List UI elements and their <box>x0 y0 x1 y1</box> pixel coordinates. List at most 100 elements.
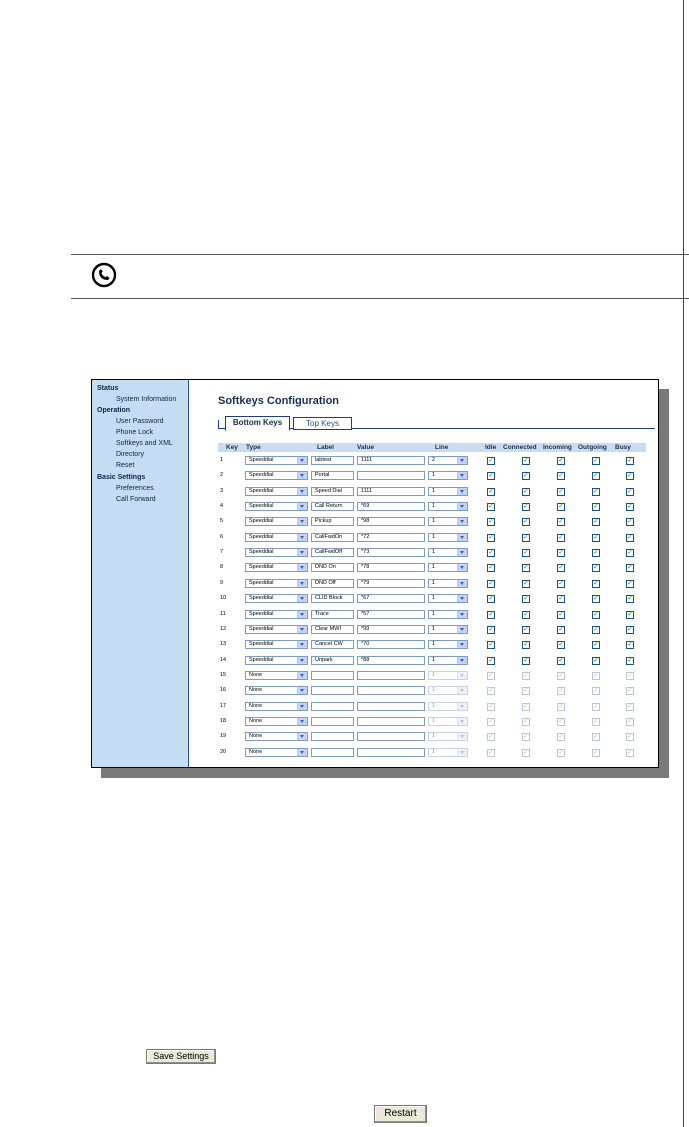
value-input[interactable]: *98 <box>357 517 425 526</box>
connected-checkbox[interactable]: ✓ <box>522 672 530 680</box>
chevron-down-icon[interactable] <box>297 611 307 618</box>
sidebar-item-reset[interactable]: Reset <box>116 462 134 470</box>
busy-checkbox[interactable]: ✓ <box>626 626 634 634</box>
busy-checkbox[interactable]: ✓ <box>626 733 634 741</box>
chevron-down-icon[interactable] <box>297 595 307 602</box>
chevron-down-icon[interactable] <box>457 718 467 725</box>
connected-checkbox[interactable]: ✓ <box>522 488 530 496</box>
sidebar-heading-operation[interactable]: Operation <box>97 407 130 415</box>
type-select[interactable]: Speeddial <box>245 533 308 542</box>
incoming-checkbox[interactable]: ✓ <box>557 503 565 511</box>
label-input[interactable]: Cancel CW <box>311 640 354 649</box>
busy-checkbox[interactable]: ✓ <box>626 718 634 726</box>
idle-checkbox[interactable]: ✓ <box>487 518 495 526</box>
label-input[interactable]: Trace <box>311 610 354 619</box>
sidebar-item-preferences[interactable]: Preferences <box>116 485 154 493</box>
label-input[interactable]: Speed Dial <box>311 487 354 496</box>
label-input[interactable] <box>311 686 354 695</box>
chevron-down-icon[interactable] <box>297 687 307 694</box>
busy-checkbox[interactable]: ✓ <box>626 518 634 526</box>
outgoing-checkbox[interactable]: ✓ <box>592 518 600 526</box>
chevron-down-icon[interactable] <box>297 703 307 710</box>
line-select[interactable]: 1 <box>428 517 468 526</box>
chevron-down-icon[interactable] <box>297 564 307 571</box>
connected-checkbox[interactable]: ✓ <box>522 457 530 465</box>
connected-checkbox[interactable]: ✓ <box>522 549 530 557</box>
label-input[interactable]: Unpark <box>311 656 354 665</box>
outgoing-checkbox[interactable]: ✓ <box>592 472 600 480</box>
idle-checkbox[interactable]: ✓ <box>487 549 495 557</box>
outgoing-checkbox[interactable]: ✓ <box>592 626 600 634</box>
outgoing-checkbox[interactable]: ✓ <box>592 580 600 588</box>
label-input[interactable] <box>311 717 354 726</box>
line-select[interactable]: 1 <box>428 610 468 619</box>
label-input[interactable]: labtest <box>311 456 354 465</box>
label-input[interactable]: Pickup <box>311 517 354 526</box>
chevron-down-icon[interactable] <box>457 657 467 664</box>
incoming-checkbox[interactable]: ✓ <box>557 749 565 757</box>
busy-checkbox[interactable]: ✓ <box>626 534 634 542</box>
chevron-down-icon[interactable] <box>457 641 467 648</box>
chevron-down-icon[interactable] <box>297 457 307 464</box>
label-input[interactable]: DND On <box>311 563 354 572</box>
busy-checkbox[interactable]: ✓ <box>626 595 634 603</box>
value-input[interactable]: *88 <box>357 656 425 665</box>
idle-checkbox[interactable]: ✓ <box>487 703 495 711</box>
connected-checkbox[interactable]: ✓ <box>522 564 530 572</box>
value-input[interactable]: *69 <box>357 502 425 511</box>
idle-checkbox[interactable]: ✓ <box>487 580 495 588</box>
busy-checkbox[interactable]: ✓ <box>626 580 634 588</box>
chevron-down-icon[interactable] <box>457 580 467 587</box>
label-input[interactable]: CallFwdOn <box>311 533 354 542</box>
incoming-checkbox[interactable]: ✓ <box>557 580 565 588</box>
type-select[interactable]: None <box>245 748 308 757</box>
line-select[interactable]: 2 <box>428 456 468 465</box>
outgoing-checkbox[interactable]: ✓ <box>592 657 600 665</box>
value-input[interactable] <box>357 748 425 757</box>
value-input[interactable]: *70 <box>357 640 425 649</box>
sidebar-item-call-forward[interactable]: Call Forward <box>116 496 156 504</box>
line-select[interactable]: 1 <box>428 686 468 695</box>
line-select[interactable]: 1 <box>428 717 468 726</box>
value-input[interactable] <box>357 732 425 741</box>
incoming-checkbox[interactable]: ✓ <box>557 703 565 711</box>
chevron-down-icon[interactable] <box>457 534 467 541</box>
incoming-checkbox[interactable]: ✓ <box>557 626 565 634</box>
type-select[interactable]: Speeddial <box>245 594 308 603</box>
value-input[interactable]: *67 <box>357 594 425 603</box>
busy-checkbox[interactable]: ✓ <box>626 657 634 665</box>
connected-checkbox[interactable]: ✓ <box>522 611 530 619</box>
value-input[interactable]: *57 <box>357 610 425 619</box>
busy-checkbox[interactable]: ✓ <box>626 641 634 649</box>
line-select[interactable]: 1 <box>428 656 468 665</box>
outgoing-checkbox[interactable]: ✓ <box>592 534 600 542</box>
chevron-down-icon[interactable] <box>457 687 467 694</box>
chevron-down-icon[interactable] <box>297 626 307 633</box>
label-input[interactable]: CallFwdOff <box>311 548 354 557</box>
line-select[interactable]: 1 <box>428 548 468 557</box>
incoming-checkbox[interactable]: ✓ <box>557 611 565 619</box>
value-input[interactable]: 1111 <box>357 456 425 465</box>
chevron-down-icon[interactable] <box>297 718 307 725</box>
label-input[interactable] <box>311 702 354 711</box>
label-input[interactable]: DND Off <box>311 579 354 588</box>
outgoing-checkbox[interactable]: ✓ <box>592 457 600 465</box>
sidebar-heading-status[interactable]: Status <box>97 385 118 393</box>
connected-checkbox[interactable]: ✓ <box>522 534 530 542</box>
value-input[interactable]: *99 <box>357 625 425 634</box>
type-select[interactable]: None <box>245 702 308 711</box>
chevron-down-icon[interactable] <box>457 503 467 510</box>
incoming-checkbox[interactable]: ✓ <box>557 595 565 603</box>
outgoing-checkbox[interactable]: ✓ <box>592 488 600 496</box>
incoming-checkbox[interactable]: ✓ <box>557 564 565 572</box>
connected-checkbox[interactable]: ✓ <box>522 503 530 511</box>
outgoing-checkbox[interactable]: ✓ <box>592 733 600 741</box>
connected-checkbox[interactable]: ✓ <box>522 595 530 603</box>
type-select[interactable]: Speeddial <box>245 456 308 465</box>
incoming-checkbox[interactable]: ✓ <box>557 672 565 680</box>
type-select[interactable]: Speeddial <box>245 625 308 634</box>
connected-checkbox[interactable]: ✓ <box>522 518 530 526</box>
connected-checkbox[interactable]: ✓ <box>522 580 530 588</box>
sidebar-heading-basic-settings[interactable]: Basic Settings <box>97 474 145 482</box>
chevron-down-icon[interactable] <box>297 733 307 740</box>
